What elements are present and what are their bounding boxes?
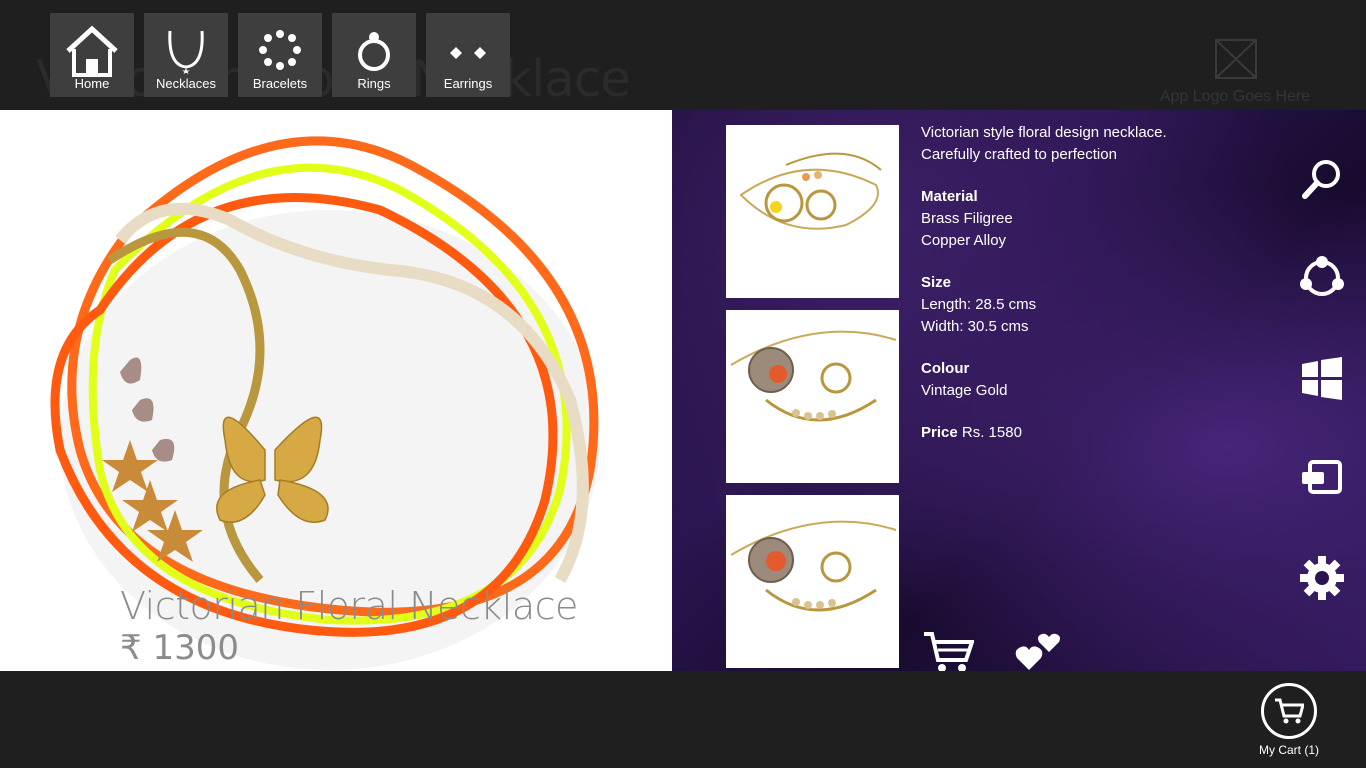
size-label: Size	[921, 274, 952, 291]
charm-share[interactable]	[1298, 254, 1346, 302]
nav-bracelets-label: Bracelets	[252, 76, 308, 91]
cart-icon	[1275, 698, 1304, 724]
material-value-1: Brass Filigree	[921, 210, 1013, 227]
devices-icon	[1302, 460, 1342, 494]
wishlist-icon	[1015, 633, 1060, 670]
nav-home-label: Home	[74, 76, 110, 91]
app-logo: App Logo Goes Here	[1150, 38, 1320, 108]
bracelet-thumbnail-image	[730, 330, 897, 422]
price-label: Price	[921, 424, 958, 441]
thumbnail-3[interactable]	[726, 495, 899, 668]
my-cart-label: My Cart (1)	[1259, 743, 1319, 757]
top-app-bar: Victorian Floral Necklace Home Necklaces…	[0, 0, 1366, 110]
material-value-2: Copper Alloy	[921, 232, 1007, 249]
logo-placeholder-icon	[1215, 39, 1257, 79]
thumbnail-2[interactable]	[726, 310, 899, 483]
home-icon	[66, 25, 118, 77]
nav-bracelets[interactable]: Bracelets	[238, 13, 322, 97]
cart-button-circle	[1261, 683, 1317, 739]
charm-settings[interactable]	[1298, 554, 1346, 602]
bottom-app-bar: My Cart (1)	[0, 671, 1366, 768]
size-length: Length: 28.5 cms	[921, 296, 1037, 313]
price-row: Price Rs. 1580	[921, 422, 1241, 444]
colour-value: Vintage Gold	[921, 382, 1008, 399]
thumbnail-1[interactable]	[726, 125, 899, 298]
add-to-cart-button[interactable]	[922, 630, 975, 671]
product-name: Victorian Floral Necklace	[120, 584, 578, 628]
settings-icon	[1300, 556, 1344, 600]
necklace-icon	[168, 30, 204, 74]
add-to-cart-icon	[924, 632, 975, 671]
charm-devices[interactable]	[1298, 454, 1346, 502]
start-icon	[1302, 357, 1342, 400]
nav-necklaces-label: Necklaces	[156, 76, 216, 91]
product-description: Victorian style floral design necklace. …	[921, 122, 1241, 444]
search-icon	[1302, 160, 1340, 199]
size-width: Width: 30.5 cms	[921, 318, 1029, 335]
nav-necklaces[interactable]: Necklaces	[144, 13, 228, 97]
bracelet-icon	[259, 30, 301, 70]
nav-earrings-label: Earrings	[443, 76, 493, 91]
nav-rings-label: Rings	[357, 76, 391, 91]
colour-label: Colour	[921, 360, 970, 377]
nav-earrings[interactable]: Earrings	[426, 13, 510, 97]
bracelet-thumbnail-image	[730, 520, 897, 612]
earrings-icon	[450, 47, 486, 59]
wishlist-button[interactable]	[1015, 630, 1063, 671]
charm-start[interactable]	[1298, 354, 1346, 402]
description-line-1: Victorian style floral design necklace.	[921, 124, 1167, 141]
ring-icon	[358, 32, 390, 71]
share-icon	[1300, 256, 1344, 296]
my-cart-button[interactable]: My Cart (1)	[1256, 683, 1322, 757]
hero-product[interactable]: Victorian Floral Necklace ₹ 1300	[0, 110, 672, 671]
product-detail-panel: Victorian style floral design necklace. …	[672, 110, 1366, 671]
material-label: Material	[921, 188, 978, 205]
nav-home[interactable]: Home	[50, 13, 134, 97]
app-logo-text: App Logo Goes Here	[1159, 88, 1311, 105]
bracelet-thumbnail-image	[739, 152, 882, 230]
product-price: ₹ 1300	[120, 628, 239, 668]
description-line-2: Carefully crafted to perfection	[921, 146, 1117, 163]
nav-rings[interactable]: Rings	[332, 13, 416, 97]
price-value: Rs. 1580	[961, 424, 1022, 441]
charm-search[interactable]	[1298, 156, 1346, 204]
